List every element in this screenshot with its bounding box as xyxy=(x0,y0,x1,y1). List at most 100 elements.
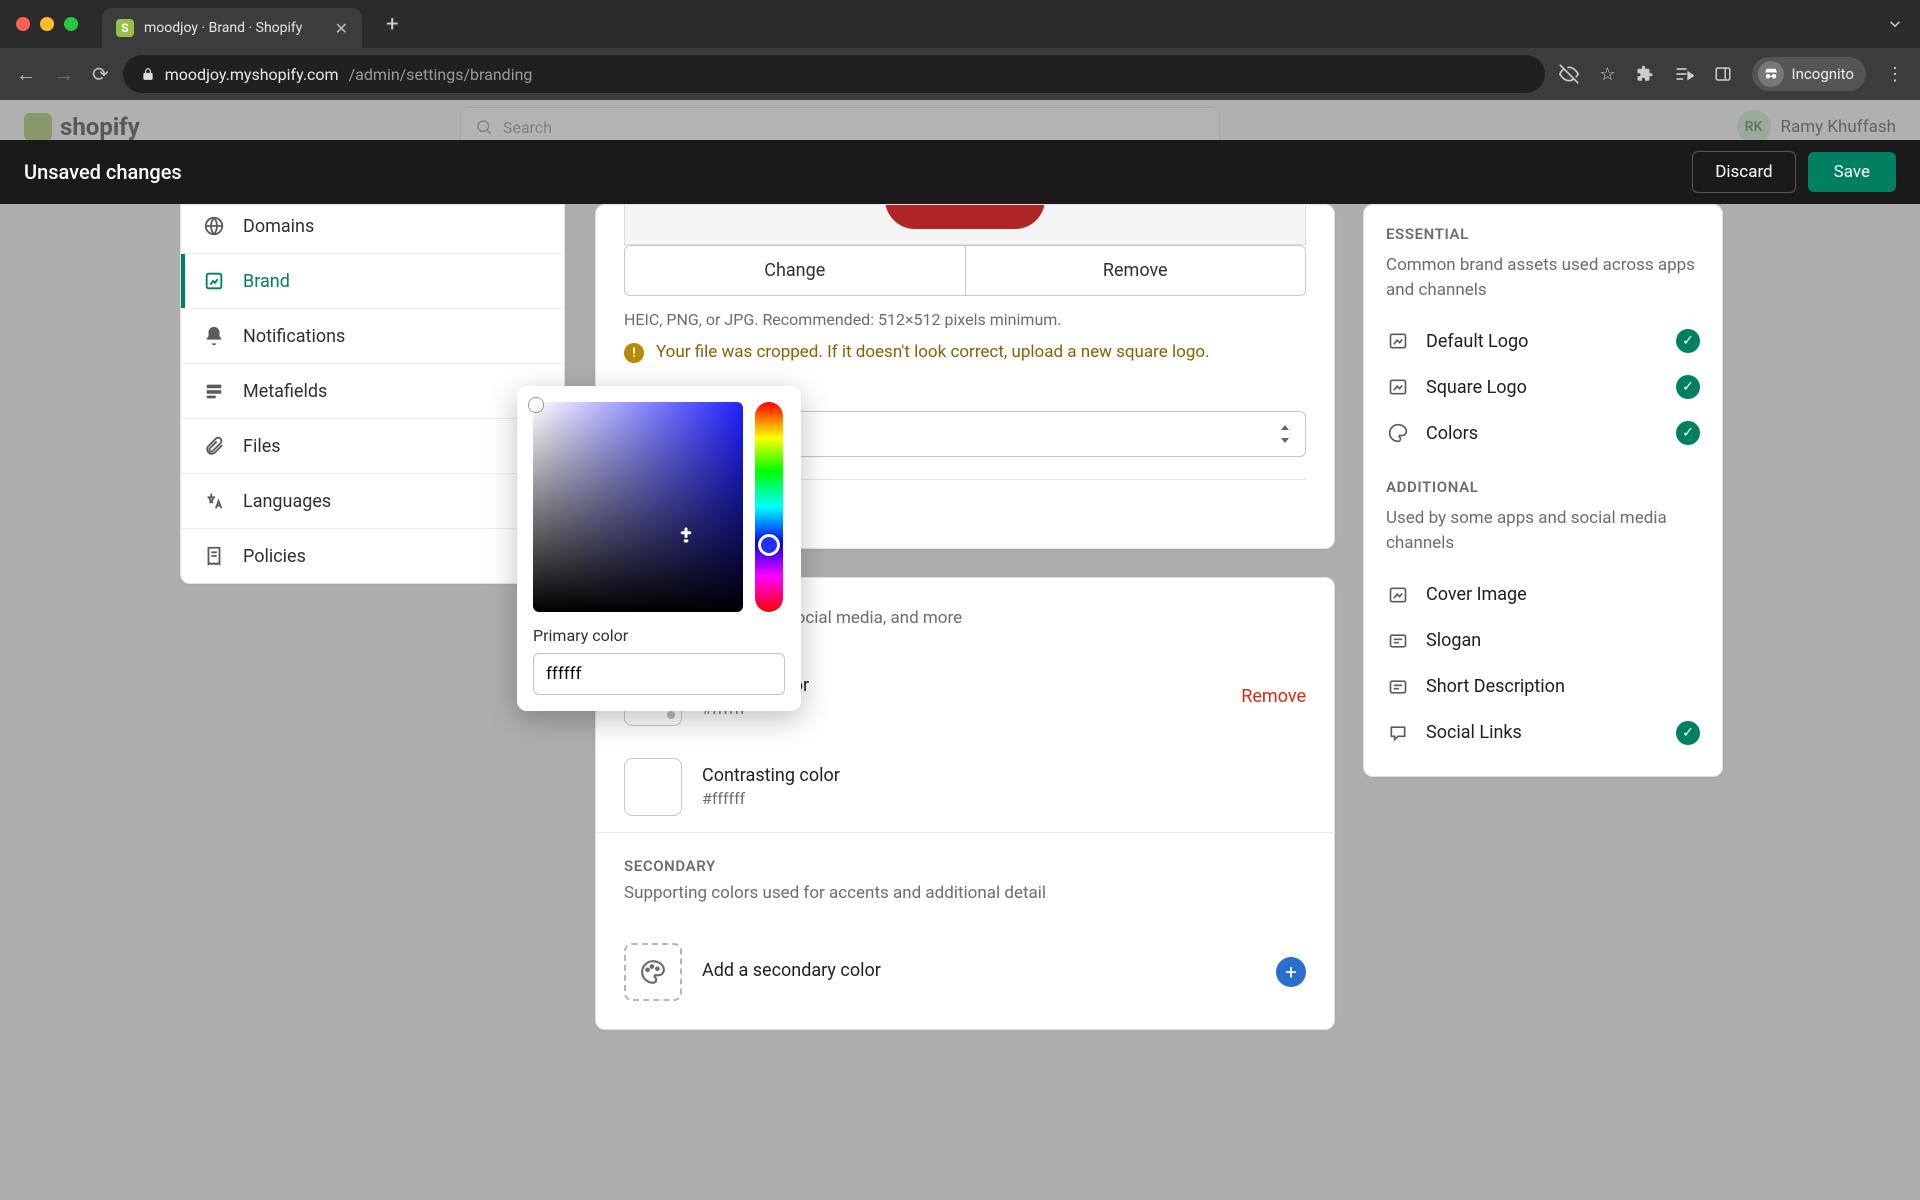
search-placeholder: Search xyxy=(503,118,552,137)
logo-image xyxy=(885,205,1045,229)
metafields-icon xyxy=(203,380,225,402)
select-caret-icon xyxy=(1279,425,1291,443)
check-icon: ✓ xyxy=(1676,421,1700,445)
brand-icon xyxy=(203,270,225,292)
rail-item-default-logo[interactable]: Default Logo ✓ xyxy=(1386,318,1700,364)
image-icon xyxy=(1386,375,1410,399)
save-button[interactable]: Save xyxy=(1808,152,1896,192)
paperclip-icon xyxy=(203,435,225,457)
remove-logo-button[interactable]: Remove xyxy=(966,246,1306,295)
forward-icon[interactable]: → xyxy=(54,62,74,87)
add-secondary-label: Add a secondary color xyxy=(702,960,1256,981)
shopify-bag-icon xyxy=(24,113,52,141)
star-icon[interactable]: ☆ xyxy=(1599,64,1615,85)
rail-item-label: Square Logo xyxy=(1426,377,1660,398)
rail-item-cover-image[interactable]: Cover Image xyxy=(1386,572,1700,618)
palette-icon xyxy=(1386,421,1410,445)
tab-overflow-icon[interactable] xyxy=(1886,15,1904,33)
rail-item-label: Social Links xyxy=(1426,722,1660,743)
playlist-icon[interactable] xyxy=(1674,64,1694,84)
sidebar-item-domains[interactable]: Domains xyxy=(181,205,564,254)
remove-primary-color[interactable]: Remove xyxy=(1241,686,1306,707)
incognito-icon xyxy=(1758,61,1784,87)
sidebar-item-label: Policies xyxy=(243,546,306,567)
rail-item-slogan[interactable]: Slogan xyxy=(1386,618,1700,664)
contrasting-color-row: Contrasting color #ffffff xyxy=(596,742,1334,832)
rail-item-square-logo[interactable]: Square Logo ✓ xyxy=(1386,364,1700,410)
add-secondary-row: Add a secondary color + xyxy=(596,927,1334,1029)
url-path: /admin/settings/branding xyxy=(349,65,533,84)
check-icon: ✓ xyxy=(1676,329,1700,353)
globe-icon xyxy=(203,215,225,237)
rail-item-colors[interactable]: Colors ✓ xyxy=(1386,410,1700,456)
minimize-window-icon[interactable] xyxy=(40,17,54,31)
palette-icon xyxy=(640,959,666,985)
shopify-wordmark: shopify xyxy=(60,113,140,141)
rail-item-social-links[interactable]: Social Links ✓ xyxy=(1386,710,1700,756)
sidebar-item-notifications[interactable]: Notifications xyxy=(181,309,564,364)
url-host: moodjoy.myshopify.com xyxy=(165,65,339,84)
secondary-subtitle: Supporting colors used for accents and a… xyxy=(624,883,1306,903)
add-secondary-button[interactable]: + xyxy=(1276,957,1306,987)
back-icon[interactable]: ← xyxy=(16,62,36,87)
hue-slider[interactable] xyxy=(755,402,783,612)
sv-handle[interactable] xyxy=(529,398,543,412)
kebab-menu-icon[interactable]: ⋮ xyxy=(1886,64,1904,85)
change-logo-button[interactable]: Change xyxy=(625,246,966,295)
unsaved-changes-bar: Unsaved changes Discard Save xyxy=(0,140,1920,204)
rail-item-label: Default Logo xyxy=(1426,331,1660,352)
user-menu[interactable]: RK Ramy Khuffash xyxy=(1737,110,1897,144)
contrasting-color-swatch[interactable] xyxy=(624,758,682,816)
secondary-title: SECONDARY xyxy=(624,857,1306,875)
sidebar-item-label: Domains xyxy=(243,216,314,237)
sidebar-item-label: Metafields xyxy=(243,381,327,402)
saturation-value-area[interactable] xyxy=(533,402,743,612)
hex-input[interactable] xyxy=(533,653,785,695)
essential-title: ESSENTIAL xyxy=(1386,225,1700,243)
lock-icon xyxy=(141,67,155,81)
rail-item-label: Short Description xyxy=(1426,676,1700,697)
user-avatar: RK xyxy=(1737,110,1771,144)
tab-title: moodjoy · Brand · Shopify xyxy=(144,20,325,36)
sidebar-item-label: Files xyxy=(243,436,281,457)
browser-tab-strip: S moodjoy · Brand · Shopify ✕ + xyxy=(0,0,1920,48)
close-window-icon[interactable] xyxy=(16,17,30,31)
essential-subtitle: Common brand assets used across apps and… xyxy=(1386,253,1700,302)
incognito-label: Incognito xyxy=(1792,65,1854,83)
new-tab-button[interactable]: + xyxy=(386,12,398,37)
file-format-hint: HEIC, PNG, or JPG. Recommended: 512×512 … xyxy=(624,310,1306,329)
sidebar-item-metafields[interactable]: Metafields xyxy=(181,364,564,419)
sidebar-item-brand[interactable]: Brand xyxy=(181,254,564,309)
translate-icon xyxy=(203,490,225,512)
rail-item-label: Slogan xyxy=(1426,630,1700,651)
eye-off-icon[interactable] xyxy=(1559,64,1579,84)
sidebar-item-files[interactable]: Files xyxy=(181,419,564,474)
add-secondary-swatch[interactable] xyxy=(624,943,682,1001)
incognito-badge[interactable]: Incognito xyxy=(1752,57,1866,91)
sidebar-item-languages[interactable]: Languages xyxy=(181,474,564,529)
extensions-icon[interactable] xyxy=(1636,65,1654,83)
window-controls[interactable] xyxy=(16,17,78,31)
warning-icon: ! xyxy=(624,343,644,363)
image-icon xyxy=(1386,329,1410,353)
sidebar-item-label: Languages xyxy=(243,491,331,512)
sidebar-item-label: Notifications xyxy=(243,326,345,347)
maximize-window-icon[interactable] xyxy=(64,17,78,31)
reload-icon[interactable]: ⟳ xyxy=(92,62,109,87)
discard-button[interactable]: Discard xyxy=(1692,151,1795,193)
unsaved-title: Unsaved changes xyxy=(24,160,182,184)
rail-item-short-description[interactable]: Short Description xyxy=(1386,664,1700,710)
user-name: Ramy Khuffash xyxy=(1781,117,1897,137)
panel-icon[interactable] xyxy=(1714,65,1732,83)
contrasting-color-hex: #ffffff xyxy=(702,789,1306,808)
address-bar[interactable]: moodjoy.myshopify.com/admin/settings/bra… xyxy=(123,55,1546,93)
close-tab-icon[interactable]: ✕ xyxy=(335,19,348,38)
browser-tab[interactable]: S moodjoy · Brand · Shopify ✕ xyxy=(102,8,362,48)
hue-handle[interactable] xyxy=(758,534,780,556)
shopify-logo[interactable]: shopify xyxy=(24,113,140,141)
chat-icon xyxy=(1386,721,1410,745)
sidebar-item-policies[interactable]: Policies xyxy=(181,529,564,583)
text-lines-icon xyxy=(1386,629,1410,653)
color-picker-popover: Primary color xyxy=(517,386,801,711)
logo-actions: Change Remove xyxy=(624,245,1306,296)
